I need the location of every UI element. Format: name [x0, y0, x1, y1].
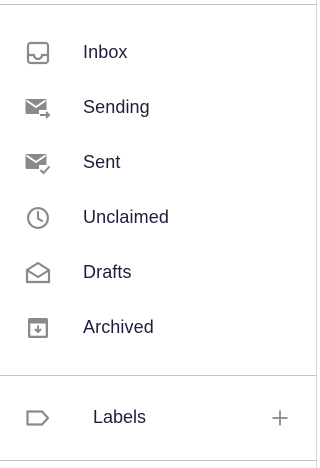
sidebar-item-inbox[interactable]: Inbox [0, 25, 317, 80]
sidebar-item-label: Sending [83, 97, 150, 117]
archive-icon [24, 314, 52, 342]
sidebar-item-unclaimed[interactable]: Unclaimed [0, 190, 317, 245]
add-label-button[interactable] [266, 404, 294, 432]
top-divider [0, 4, 317, 5]
sidebar-item-sent[interactable]: Sent [0, 135, 317, 190]
sidebar-item-archived[interactable]: Archived [0, 300, 317, 355]
sidebar-item-label: Unclaimed [83, 207, 169, 227]
mail-send-icon [24, 94, 52, 122]
section-divider [0, 375, 317, 376]
tag-icon [24, 404, 52, 432]
sidebar-item-label: Sent [83, 152, 121, 172]
labels-section-header[interactable]: Labels [0, 393, 317, 443]
sidebar-item-label: Drafts [83, 262, 132, 282]
sidebar-item-drafts[interactable]: Drafts [0, 245, 317, 300]
labels-section-title: Labels [93, 407, 147, 427]
bottom-divider [0, 460, 317, 461]
inbox-icon [24, 39, 52, 67]
mail-folder-list: Inbox Sending Sent Unclaimed Drafts Arch… [0, 25, 317, 355]
sidebar-item-sending[interactable]: Sending [0, 80, 317, 135]
open-envelope-icon [24, 259, 52, 287]
mail-check-icon [24, 149, 52, 177]
plus-icon [272, 410, 288, 426]
clock-icon [24, 204, 52, 232]
sidebar-panel: Inbox Sending Sent Unclaimed Drafts Arch… [0, 0, 317, 468]
sidebar-item-label: Inbox [83, 42, 128, 62]
sidebar-item-label: Archived [83, 317, 154, 337]
